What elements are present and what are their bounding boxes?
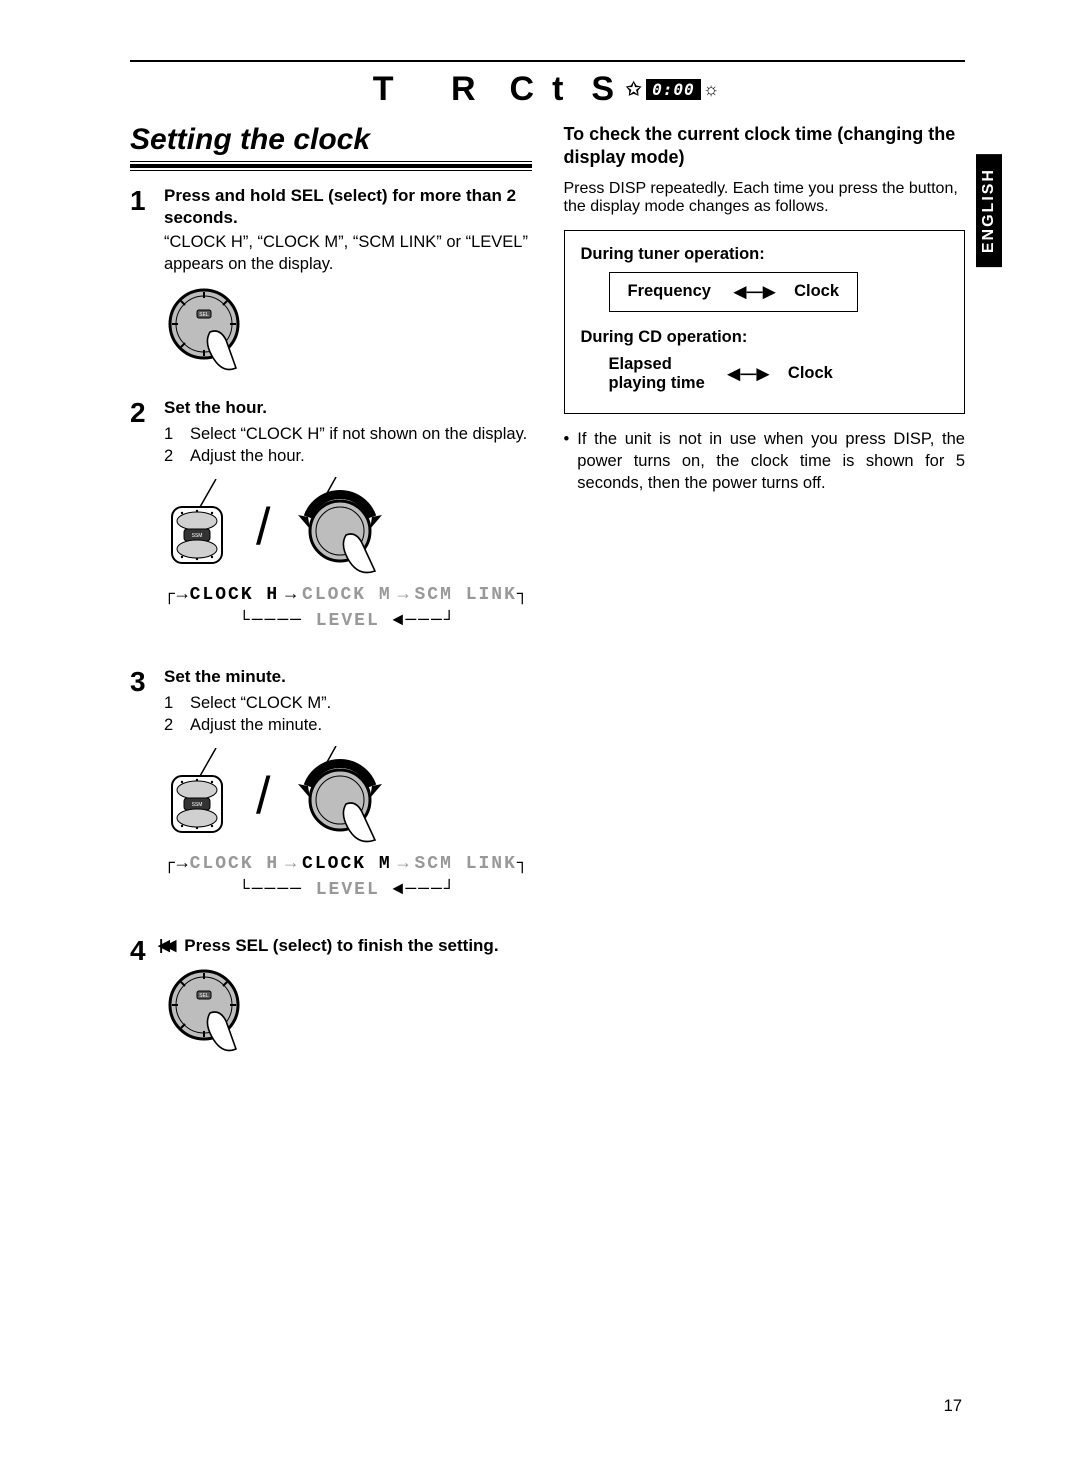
- step-4-title-text: Press SEL (select) to finish the setting…: [184, 936, 498, 955]
- step-1-desc: “CLOCK H”, “CLOCK M”, “SCM LINK” or “LEV…: [164, 231, 532, 276]
- slash-divider: /: [256, 497, 270, 557]
- step-2-sub1: Select “CLOCK H” if not shown on the dis…: [190, 423, 527, 445]
- lcd3-scm-link: SCM LINK: [414, 854, 516, 874]
- step-2-title: Set the hour.: [164, 397, 532, 419]
- double-arrow-icon: ◄─►: [729, 279, 776, 305]
- rewind-icon: ▶▶|: [164, 936, 176, 956]
- bullet-icon: •: [564, 428, 570, 495]
- step-2: 2 Set the hour. 1 Select “CLOCK H” if not…: [130, 397, 532, 648]
- display-mode-box: During tuner operation: Frequency ◄─► Cl…: [564, 230, 966, 414]
- step-2-sub1-num: 1: [164, 423, 182, 445]
- lcd-level: LEVEL: [316, 611, 380, 631]
- lcd-scm-link: SCM LINK: [414, 585, 516, 605]
- ssm-button-illustration: SSM: [164, 479, 236, 575]
- step-2-lcd-cycle: ┌→CLOCK H→CLOCK M→SCM LINK┐ └──── LEVEL …: [164, 583, 532, 633]
- step-4-number: 4: [130, 935, 154, 1060]
- lcd3-level: LEVEL: [316, 880, 380, 900]
- ssm-button-illustration-2: SSM: [164, 748, 236, 844]
- clock-lcd: 0:00: [646, 79, 701, 100]
- lcd-clock-h: CLOCK H: [190, 585, 280, 605]
- cd-clock-label: Clock: [788, 364, 833, 383]
- sel-dial-illustration-2: SEL: [164, 965, 254, 1055]
- chapter-word-3: S: [591, 70, 616, 109]
- cd-elapsed-l2: playing time: [609, 374, 705, 393]
- step-2-sub2: Adjust the hour.: [190, 445, 305, 467]
- lcd3-clock-h: CLOCK H: [190, 854, 280, 874]
- tuner-op-box: Frequency ◄─► Clock: [609, 272, 859, 312]
- step-4: 4 ▶▶| Press SEL (select) to finish the se…: [130, 935, 532, 1060]
- step-2-sub2-num: 2: [164, 445, 182, 467]
- right-column: To check the current clock time (changin…: [564, 123, 966, 1078]
- step-3-lcd-cycle: ┌→CLOCK H→CLOCK M→SCM LINK┐ └──── LEVEL …: [164, 852, 532, 902]
- tuner-clock-label: Clock: [794, 282, 839, 301]
- chapter-word-2: Ct: [510, 70, 582, 109]
- rotate-dial-illustration: [290, 477, 400, 577]
- step-3-number: 3: [130, 666, 154, 917]
- step-3-sub1-num: 1: [164, 692, 182, 714]
- right-paragraph: Press DISP repeatedly. Each time you pre…: [564, 180, 966, 216]
- tuner-frequency-label: Frequency: [628, 282, 711, 301]
- lcd-clock-m: CLOCK M: [302, 585, 392, 605]
- chapter-title: T R Ct S ✩ 0:00 ☼: [130, 64, 965, 109]
- svg-text:SSM: SSM: [192, 802, 203, 808]
- tuner-op-title: During tuner operation:: [581, 245, 949, 264]
- double-arrow-icon-2: ◄─►: [723, 361, 770, 387]
- section-rule-2: [130, 170, 532, 171]
- section-title: Setting the clock: [130, 123, 532, 157]
- step-3-sub1: Select “CLOCK M”.: [190, 692, 331, 714]
- step-3: 3 Set the minute. 1 Select “CLOCK M”. 2 Ad…: [130, 666, 532, 917]
- step-1: 1 Press and hold SEL (select) for more t…: [130, 185, 532, 379]
- page-number: 17: [944, 1397, 962, 1416]
- ssm-label: SSM: [192, 533, 203, 539]
- sun-icon: ☼: [703, 79, 723, 100]
- step-3-sub2: Adjust the minute.: [190, 714, 322, 736]
- svg-text:SEL: SEL: [199, 993, 209, 999]
- chapter-rule: [130, 60, 965, 62]
- section-rule-1: [130, 161, 532, 168]
- step-2-number: 2: [130, 397, 154, 648]
- sel-label: SEL: [199, 312, 209, 318]
- star-icon: ✩: [626, 79, 644, 100]
- right-subsection-title: To check the current clock time (changin…: [564, 123, 966, 170]
- sel-dial-illustration: SEL: [164, 284, 254, 374]
- lcd3-clock-m: CLOCK M: [302, 854, 392, 874]
- step-3-sub2-num: 2: [164, 714, 182, 736]
- cd-op-title: During CD operation:: [581, 328, 949, 347]
- disp-footnote: • If the unit is not in use when you pre…: [564, 428, 966, 495]
- slash-divider-2: /: [256, 766, 270, 826]
- left-column: Setting the clock 1 Press and hold SEL (…: [130, 123, 532, 1078]
- step-3-title: Set the minute.: [164, 666, 532, 688]
- rotate-dial-illustration-2: [290, 746, 400, 846]
- manual-page: T R Ct S ✩ 0:00 ☼ ENGLISH Setting the cl…: [0, 0, 1080, 1464]
- disp-footnote-text: If the unit is not in use when you press…: [577, 428, 965, 495]
- chapter-word-1: T R: [373, 70, 500, 109]
- step-4-title: ▶▶| Press SEL (select) to finish the sett…: [164, 935, 532, 957]
- step-1-title: Press and hold SEL (select) for more tha…: [164, 185, 532, 229]
- clock-badge: ✩ 0:00 ☼: [626, 79, 722, 100]
- language-tab: ENGLISH: [976, 154, 1002, 267]
- step-1-number: 1: [130, 185, 154, 379]
- cd-elapsed-l1: Elapsed: [609, 355, 705, 374]
